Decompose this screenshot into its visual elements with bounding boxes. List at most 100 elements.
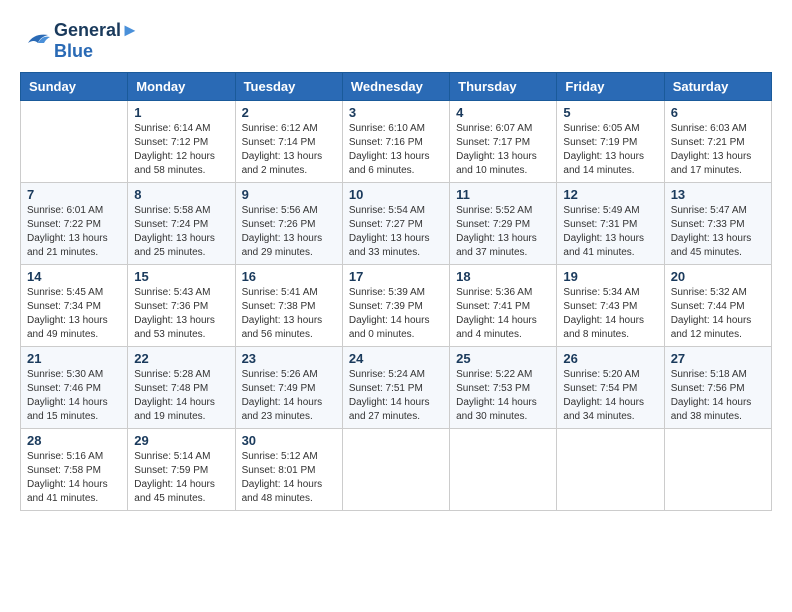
day-info: Sunrise: 5:36 AM Sunset: 7:41 PM Dayligh… (456, 286, 550, 342)
day-info: Sunrise: 5:39 AM Sunset: 7:39 PM Dayligh… (349, 286, 443, 342)
day-info: Sunrise: 5:22 AM Sunset: 7:53 PM Dayligh… (456, 368, 550, 424)
day-info: Sunrise: 5:47 AM Sunset: 7:33 PM Dayligh… (671, 204, 765, 260)
day-number: 6 (671, 105, 765, 120)
calendar-cell: 17 Sunrise: 5:39 AM Sunset: 7:39 PM Dayli… (342, 265, 449, 347)
calendar-cell: 18 Sunrise: 5:36 AM Sunset: 7:41 PM Dayli… (450, 265, 557, 347)
day-number: 12 (563, 187, 657, 202)
week-row-5: 28 Sunrise: 5:16 AM Sunset: 7:58 PM Dayli… (21, 429, 772, 511)
day-number: 22 (134, 351, 228, 366)
day-number: 15 (134, 269, 228, 284)
day-info: Sunrise: 5:43 AM Sunset: 7:36 PM Dayligh… (134, 286, 228, 342)
day-info: Sunrise: 5:56 AM Sunset: 7:26 PM Dayligh… (242, 204, 336, 260)
day-info: Sunrise: 5:18 AM Sunset: 7:56 PM Dayligh… (671, 368, 765, 424)
day-header-friday: Friday (557, 73, 664, 101)
page-header: General► Blue (20, 20, 772, 62)
day-number: 16 (242, 269, 336, 284)
calendar-cell: 5 Sunrise: 6:05 AM Sunset: 7:19 PM Daylig… (557, 101, 664, 183)
calendar-cell: 28 Sunrise: 5:16 AM Sunset: 7:58 PM Dayli… (21, 429, 128, 511)
calendar-cell: 21 Sunrise: 5:30 AM Sunset: 7:46 PM Dayli… (21, 347, 128, 429)
calendar-cell: 19Sunrise: 5:34 AM Sunset: 7:43 PM Dayli… (557, 265, 664, 347)
day-number: 28 (27, 433, 121, 448)
calendar-header-row: SundayMondayTuesdayWednesdayThursdayFrid… (21, 73, 772, 101)
calendar-cell: 23 Sunrise: 5:26 AM Sunset: 7:49 PM Dayli… (235, 347, 342, 429)
calendar-cell: 4 Sunrise: 6:07 AM Sunset: 7:17 PM Daylig… (450, 101, 557, 183)
day-info: Sunrise: 6:05 AM Sunset: 7:19 PM Dayligh… (563, 122, 657, 178)
day-info: Sunrise: 6:03 AM Sunset: 7:21 PM Dayligh… (671, 122, 765, 178)
calendar-cell: 27 Sunrise: 5:18 AM Sunset: 7:56 PM Dayli… (664, 347, 771, 429)
day-info: Sunrise: 6:01 AM Sunset: 7:22 PM Dayligh… (27, 204, 121, 260)
day-number: 3 (349, 105, 443, 120)
week-row-4: 21 Sunrise: 5:30 AM Sunset: 7:46 PM Dayli… (21, 347, 772, 429)
day-info: Sunrise: 5:54 AM Sunset: 7:27 PM Dayligh… (349, 204, 443, 260)
day-number: 25 (456, 351, 550, 366)
day-header-wednesday: Wednesday (342, 73, 449, 101)
day-number: 13 (671, 187, 765, 202)
day-number: 11 (456, 187, 550, 202)
day-info: Sunrise: 5:32 AM Sunset: 7:44 PM Dayligh… (671, 286, 765, 342)
day-number: 23 (242, 351, 336, 366)
calendar-cell: 25 Sunrise: 5:22 AM Sunset: 7:53 PM Dayli… (450, 347, 557, 429)
calendar-cell: 13 Sunrise: 5:47 AM Sunset: 7:33 PM Dayli… (664, 183, 771, 265)
calendar-cell: 6 Sunrise: 6:03 AM Sunset: 7:21 PM Daylig… (664, 101, 771, 183)
day-header-sunday: Sunday (21, 73, 128, 101)
calendar-cell: 15 Sunrise: 5:43 AM Sunset: 7:36 PM Dayli… (128, 265, 235, 347)
calendar-cell (664, 429, 771, 511)
day-number: 18 (456, 269, 550, 284)
logo: General► Blue (20, 20, 139, 62)
day-info: Sunrise: 5:52 AM Sunset: 7:29 PM Dayligh… (456, 204, 550, 260)
calendar-cell: 10 Sunrise: 5:54 AM Sunset: 7:27 PM Dayli… (342, 183, 449, 265)
day-number: 20 (671, 269, 765, 284)
day-info: Sunrise: 5:41 AM Sunset: 7:38 PM Dayligh… (242, 286, 336, 342)
day-info: Sunrise: 5:24 AM Sunset: 7:51 PM Dayligh… (349, 368, 443, 424)
day-number: 29 (134, 433, 228, 448)
day-number: 14 (27, 269, 121, 284)
day-number: 5 (563, 105, 657, 120)
calendar-cell (557, 429, 664, 511)
calendar-table: SundayMondayTuesdayWednesdayThursdayFrid… (20, 72, 772, 511)
calendar-cell (450, 429, 557, 511)
calendar-cell: 12 Sunrise: 5:49 AM Sunset: 7:31 PM Dayli… (557, 183, 664, 265)
day-number: 8 (134, 187, 228, 202)
day-info: Sunrise: 5:58 AM Sunset: 7:24 PM Dayligh… (134, 204, 228, 260)
week-row-2: 7 Sunrise: 6:01 AM Sunset: 7:22 PM Daylig… (21, 183, 772, 265)
calendar-cell: 14 Sunrise: 5:45 AM Sunset: 7:34 PM Dayli… (21, 265, 128, 347)
day-number: 10 (349, 187, 443, 202)
day-info: Sunrise: 5:45 AM Sunset: 7:34 PM Dayligh… (27, 286, 121, 342)
day-info: Sunrise: 5:16 AM Sunset: 7:58 PM Dayligh… (27, 450, 121, 506)
calendar-cell: 16 Sunrise: 5:41 AM Sunset: 7:38 PM Dayli… (235, 265, 342, 347)
day-number: 1 (134, 105, 228, 120)
calendar-cell: 11 Sunrise: 5:52 AM Sunset: 7:29 PM Dayli… (450, 183, 557, 265)
day-number: 7 (27, 187, 121, 202)
day-info: Sunrise: 6:12 AM Sunset: 7:14 PM Dayligh… (242, 122, 336, 178)
day-number: 2 (242, 105, 336, 120)
day-number: 4 (456, 105, 550, 120)
day-header-saturday: Saturday (664, 73, 771, 101)
calendar-cell: 2 Sunrise: 6:12 AM Sunset: 7:14 PM Daylig… (235, 101, 342, 183)
day-info: Sunrise: 6:07 AM Sunset: 7:17 PM Dayligh… (456, 122, 550, 178)
calendar-cell: 7 Sunrise: 6:01 AM Sunset: 7:22 PM Daylig… (21, 183, 128, 265)
day-info: Sunrise: 5:49 AM Sunset: 7:31 PM Dayligh… (563, 204, 657, 260)
day-header-tuesday: Tuesday (235, 73, 342, 101)
day-info: Sunrise: 5:26 AM Sunset: 7:49 PM Dayligh… (242, 368, 336, 424)
calendar-cell: 22Sunrise: 5:28 AM Sunset: 7:48 PM Dayli… (128, 347, 235, 429)
day-number: 24 (349, 351, 443, 366)
day-number: 17 (349, 269, 443, 284)
logo-icon (20, 29, 50, 53)
day-header-monday: Monday (128, 73, 235, 101)
calendar-cell (342, 429, 449, 511)
day-info: Sunrise: 6:14 AM Sunset: 7:12 PM Dayligh… (134, 122, 228, 178)
calendar-cell: 24 Sunrise: 5:24 AM Sunset: 7:51 PM Dayli… (342, 347, 449, 429)
calendar-cell: 1 Sunrise: 6:14 AM Sunset: 7:12 PM Daylig… (128, 101, 235, 183)
calendar-cell: 3Sunrise: 6:10 AM Sunset: 7:16 PM Daylig… (342, 101, 449, 183)
calendar-cell: 26Sunrise: 5:20 AM Sunset: 7:54 PM Dayli… (557, 347, 664, 429)
day-info: Sunrise: 5:34 AM Sunset: 7:43 PM Dayligh… (563, 286, 657, 342)
day-info: Sunrise: 5:20 AM Sunset: 7:54 PM Dayligh… (563, 368, 657, 424)
week-row-3: 14 Sunrise: 5:45 AM Sunset: 7:34 PM Dayli… (21, 265, 772, 347)
day-number: 21 (27, 351, 121, 366)
calendar-cell: 20 Sunrise: 5:32 AM Sunset: 7:44 PM Dayli… (664, 265, 771, 347)
day-info: Sunrise: 5:30 AM Sunset: 7:46 PM Dayligh… (27, 368, 121, 424)
calendar-cell: 9 Sunrise: 5:56 AM Sunset: 7:26 PM Daylig… (235, 183, 342, 265)
calendar-cell: 8 Sunrise: 5:58 AM Sunset: 7:24 PM Daylig… (128, 183, 235, 265)
day-number: 27 (671, 351, 765, 366)
day-number: 9 (242, 187, 336, 202)
